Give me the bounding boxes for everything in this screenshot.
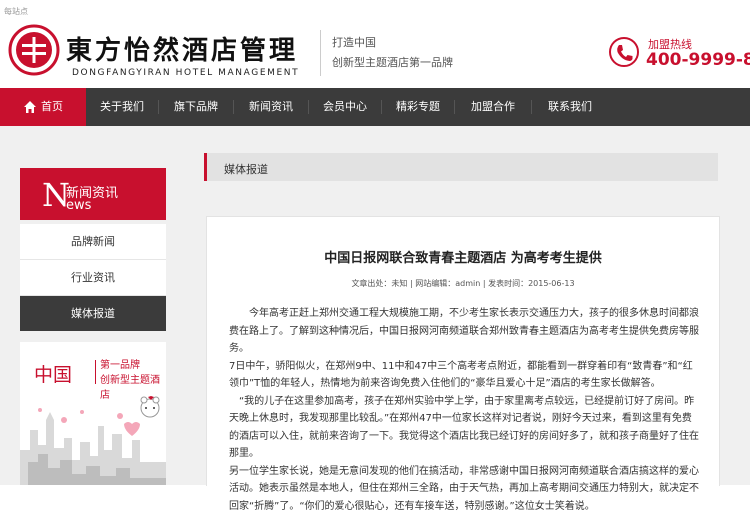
- slogan-line2: 创新型主题酒店第一品牌: [332, 54, 453, 70]
- breadcrumb: 媒体报道: [204, 153, 718, 181]
- home-icon: [23, 100, 37, 114]
- sidebar-item-media-reports[interactable]: 媒体报道: [20, 296, 166, 331]
- slogan-line1: 打造中国: [332, 34, 376, 50]
- article-paragraph: 今年高考正赶上郑州交通工程大规模施工期，不少考生家长表示交通压力大，孩子的很多休…: [229, 305, 699, 358]
- article-paragraph: 另一位学生家长说，她是无意间发现的他们在搞活动，非常感谢中国日报网河南频道联合酒…: [229, 463, 699, 515]
- logo-text-en: DONGFANGYIRAN HOTEL MANAGEMENT: [72, 68, 299, 78]
- promo-banner[interactable]: 中国 第一品牌 创新型主题酒店: [20, 342, 166, 485]
- nav-item-franchise[interactable]: 加盟合作: [455, 88, 531, 126]
- breadcrumb-accent-bar: [204, 153, 207, 181]
- nav-item-members[interactable]: 会员中心: [309, 88, 381, 126]
- breadcrumb-text[interactable]: 媒体报道: [224, 161, 268, 177]
- nav-item-topics[interactable]: 精彩专题: [382, 88, 454, 126]
- article-panel: 中国日报网联合致青春主题酒店 为高考考生提供 文章出处：未知 | 网站编辑：ad…: [206, 216, 720, 486]
- site-header: 東方怡然酒店管理 DONGFANGYIRAN HOTEL MANAGEMENT …: [0, 14, 750, 88]
- hotline-number: 400-9999-821: [646, 50, 750, 70]
- article-paragraph: “我的儿子在这里参加高考，孩子在郑州实验中学上学，由于家里离考点较远，已经提前订…: [229, 393, 699, 463]
- banner-divider: [95, 360, 96, 384]
- sidebar-header: N 新闻资讯 ews: [20, 168, 166, 220]
- article-meta: 文章出处：未知 | 网站编辑：admin | 发表时间：2015-06-13: [207, 278, 719, 289]
- phone-icon: [608, 36, 640, 68]
- nav-item-about[interactable]: 关于我们: [86, 88, 158, 126]
- article-body: 今年高考正赶上郑州交通工程大规模施工期，不少考生家长表示交通压力大，孩子的很多休…: [229, 305, 699, 515]
- nav-item-home[interactable]: 首页: [0, 88, 86, 126]
- sidebar-header-en: ews: [66, 198, 91, 213]
- banner-line1: 第一品牌: [100, 356, 140, 371]
- logo-emblem-icon[interactable]: [8, 24, 60, 76]
- nav-item-brands[interactable]: 旗下品牌: [159, 88, 233, 126]
- article-title: 中国日报网联合致青春主题酒店 为高考考生提供: [207, 247, 719, 266]
- nav-item-contact[interactable]: 联系我们: [532, 88, 608, 126]
- banner-zh: 中国: [34, 360, 72, 387]
- article-paragraph: 7日中午，骄阳似火，在郑州9中、11中和47中三个高考考点附近，都能看到一群穿着…: [229, 358, 699, 393]
- nav-item-news[interactable]: 新闻资讯: [234, 88, 308, 126]
- sidebar-item-brand-news[interactable]: 品牌新闻: [20, 224, 166, 260]
- nav-home-label: 首页: [41, 100, 63, 113]
- logo-text-cn[interactable]: 東方怡然酒店管理: [66, 30, 298, 67]
- sidebar-item-industry-news[interactable]: 行业资讯: [20, 260, 166, 296]
- city-skyline-illustration: [20, 390, 166, 485]
- slogan-divider: [320, 30, 321, 76]
- main-nav: 首页 关于我们 旗下品牌 新闻资讯 会员中心 精彩专题 加盟合作 联系我们: [0, 88, 750, 126]
